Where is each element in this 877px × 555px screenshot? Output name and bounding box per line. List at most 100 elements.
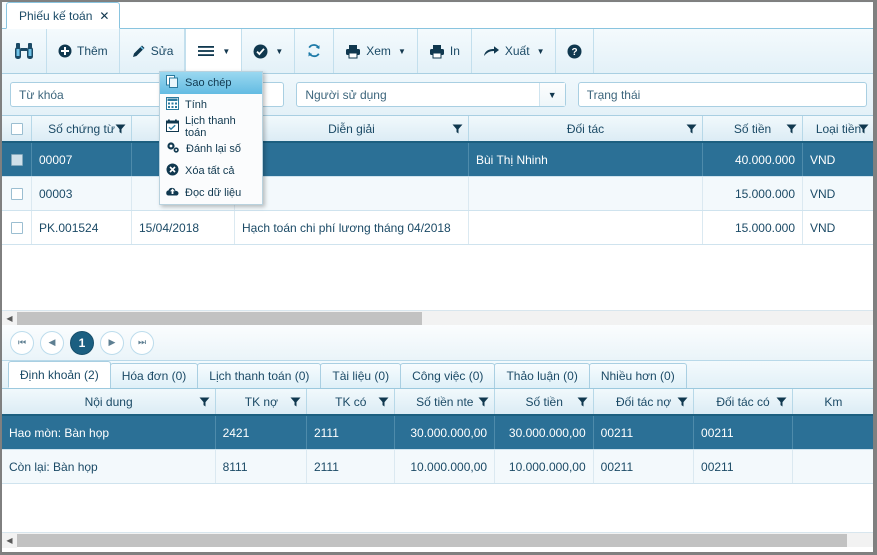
prev-page-button[interactable]: ◀: [40, 330, 64, 355]
calculator-icon: [166, 97, 179, 113]
row-checkbox-cell[interactable]: [2, 143, 32, 176]
chevron-down-icon[interactable]: ▼: [538, 83, 565, 106]
menu-item-xoa-tat-ca[interactable]: Xóa tất cả: [160, 160, 262, 182]
column-label: Diễn giải: [328, 121, 375, 136]
search-button[interactable]: [2, 29, 47, 73]
filter-icon[interactable]: [199, 396, 210, 407]
first-page-button[interactable]: ⏮: [10, 330, 34, 355]
export-button-label: Xuất: [504, 44, 530, 58]
row-checkbox[interactable]: [10, 187, 23, 200]
column-header-tk-co[interactable]: TK có: [307, 389, 396, 414]
tab-lich-thanh-toan[interactable]: Lịch thanh toán (0): [197, 363, 322, 388]
tab-thao-luan[interactable]: Thảo luận (0): [494, 363, 590, 388]
chevron-down-icon[interactable]: ▼: [222, 47, 230, 56]
tab-cong-viec[interactable]: Công việc (0): [400, 363, 496, 388]
menu-item-lich-thanh-toan[interactable]: Lịch thanh toán: [160, 115, 262, 139]
calendar-check-icon: [166, 119, 179, 135]
column-header-km[interactable]: Km: [793, 389, 873, 414]
close-icon[interactable]: ✕: [99, 10, 109, 22]
cell-so-tien: 15.000.000: [703, 177, 803, 210]
column-header-loai-tien[interactable]: Loại tiền: [803, 116, 873, 141]
column-header-so-tien[interactable]: Số tiền: [703, 116, 803, 141]
more-menu-button[interactable]: ▼: [185, 29, 243, 73]
tab-dinh-khoan[interactable]: Định khoản (2): [8, 361, 111, 388]
row-checkbox[interactable]: [10, 153, 23, 166]
status-select-value[interactable]: Trạng thái: [579, 88, 866, 102]
select-all-header[interactable]: [2, 116, 32, 141]
cell-tk-no: 8111: [216, 450, 307, 483]
filter-icon[interactable]: [786, 123, 797, 134]
tab-tai-lieu[interactable]: Tài liệu (0): [320, 363, 402, 388]
filter-icon[interactable]: [452, 123, 463, 134]
edit-button[interactable]: Sửa: [120, 29, 186, 73]
menu-item-sao-chep[interactable]: Sao chép: [160, 72, 262, 94]
scrollbar-thumb[interactable]: [17, 533, 847, 547]
filter-icon[interactable]: [378, 396, 389, 407]
table-row[interactable]: 00007 h lý Bùi Thị Nhinh 40.000.000 VND: [2, 143, 873, 177]
filter-icon[interactable]: [478, 396, 489, 407]
view-button[interactable]: Xem ▼: [334, 29, 418, 73]
tab-label: Phiếu kế toán: [19, 8, 93, 23]
menu-item-danh-lai-so[interactable]: Đánh lại số: [160, 138, 262, 160]
status-filter[interactable]: Trạng thái: [577, 82, 868, 107]
column-header-dien-giai[interactable]: Diễn giải: [235, 116, 469, 141]
column-header-so-tien-nte[interactable]: Số tiền nte: [395, 389, 496, 414]
table-row[interactable]: Hao mòn: Bàn họp 2421 2111 30.000.000,00…: [2, 416, 873, 450]
menu-item-label: Đọc dữ liệu: [185, 187, 242, 199]
scrollbar-thumb[interactable]: [17, 311, 422, 325]
filter-icon[interactable]: [677, 396, 688, 407]
select-all-checkbox[interactable]: [10, 122, 23, 135]
filter-icon[interactable]: [577, 396, 588, 407]
scroll-left-icon[interactable]: ◀: [2, 310, 17, 326]
filter-icon[interactable]: [290, 396, 301, 407]
next-page-button[interactable]: ▶: [100, 330, 124, 355]
cell-doi-tac: [469, 211, 703, 244]
table-row[interactable]: PK.001524 15/04/2018 Hạch toán chi phí l…: [2, 211, 873, 245]
column-header-so-chung-tu[interactable]: Số chứng từ: [32, 116, 132, 141]
cell-km: [793, 416, 873, 449]
refresh-icon: [306, 43, 322, 59]
row-checkbox-cell[interactable]: [2, 177, 32, 210]
column-header-so-tien[interactable]: Số tiền: [495, 389, 594, 414]
filter-icon[interactable]: [776, 396, 787, 407]
column-header-doi-tac[interactable]: Đối tác: [469, 116, 703, 141]
detail-horizontal-scrollbar[interactable]: ◀: [2, 532, 873, 548]
cell-doi-tac-co: 00211: [694, 450, 793, 483]
tab-nhieu-hon[interactable]: Nhiều hơn (0): [588, 363, 687, 388]
chevron-down-icon[interactable]: ▼: [275, 47, 283, 56]
user-select-value[interactable]: Người sử dụng: [297, 88, 538, 102]
approve-button[interactable]: ▼: [242, 29, 296, 73]
scroll-left-icon[interactable]: ◀: [2, 532, 17, 548]
last-page-button[interactable]: ⏭: [130, 330, 154, 355]
grid-horizontal-scrollbar[interactable]: ◀: [2, 310, 873, 326]
column-header-tk-no[interactable]: TK nợ: [216, 389, 308, 414]
entries-grid: Nội dung TK nợ TK có Số tiền nte Số tiền…: [2, 389, 873, 484]
filter-icon[interactable]: [858, 123, 869, 134]
page-number-1[interactable]: 1: [70, 330, 94, 355]
cell-so-tien-nte: 10.000.000,00: [395, 450, 496, 483]
filter-icon[interactable]: [686, 123, 697, 134]
help-button[interactable]: ?: [556, 29, 595, 73]
refresh-button[interactable]: [295, 29, 335, 73]
tab-hoa-don[interactable]: Hóa đơn (0): [109, 363, 199, 388]
add-button[interactable]: Thêm: [47, 29, 120, 73]
filter-icon[interactable]: [115, 123, 126, 134]
tab-phieu-ke-toan[interactable]: Phiếu kế toán ✕: [6, 2, 121, 29]
export-button[interactable]: Xuất ▼: [472, 29, 557, 73]
column-label: Nội dung: [84, 394, 133, 409]
main-toolbar: Thêm Sửa ▼ ▼ Xem ▼ In Xuất ▼ ?: [2, 29, 873, 74]
row-checkbox-cell[interactable]: [2, 211, 32, 244]
chevron-down-icon[interactable]: ▼: [398, 47, 406, 56]
table-row[interactable]: 00003 h lý 15.000.000 VND: [2, 177, 873, 211]
table-row[interactable]: Còn lại: Bàn họp 8111 2111 10.000.000,00…: [2, 450, 873, 484]
row-checkbox[interactable]: [10, 221, 23, 234]
column-header-doi-tac-no[interactable]: Đối tác nợ: [594, 389, 695, 414]
chevron-down-icon[interactable]: ▼: [537, 47, 545, 56]
user-filter[interactable]: Người sử dụng ▼: [296, 82, 566, 107]
menu-item-tinh[interactable]: Tính: [160, 94, 262, 116]
print-button[interactable]: In: [418, 29, 472, 73]
column-label: Số chứng từ: [48, 121, 115, 136]
column-header-noi-dung[interactable]: Nội dung: [2, 389, 217, 414]
column-header-doi-tac-co[interactable]: Đối tác có: [694, 389, 793, 414]
menu-item-doc-du-lieu[interactable]: Đọc dữ liệu: [160, 182, 262, 204]
